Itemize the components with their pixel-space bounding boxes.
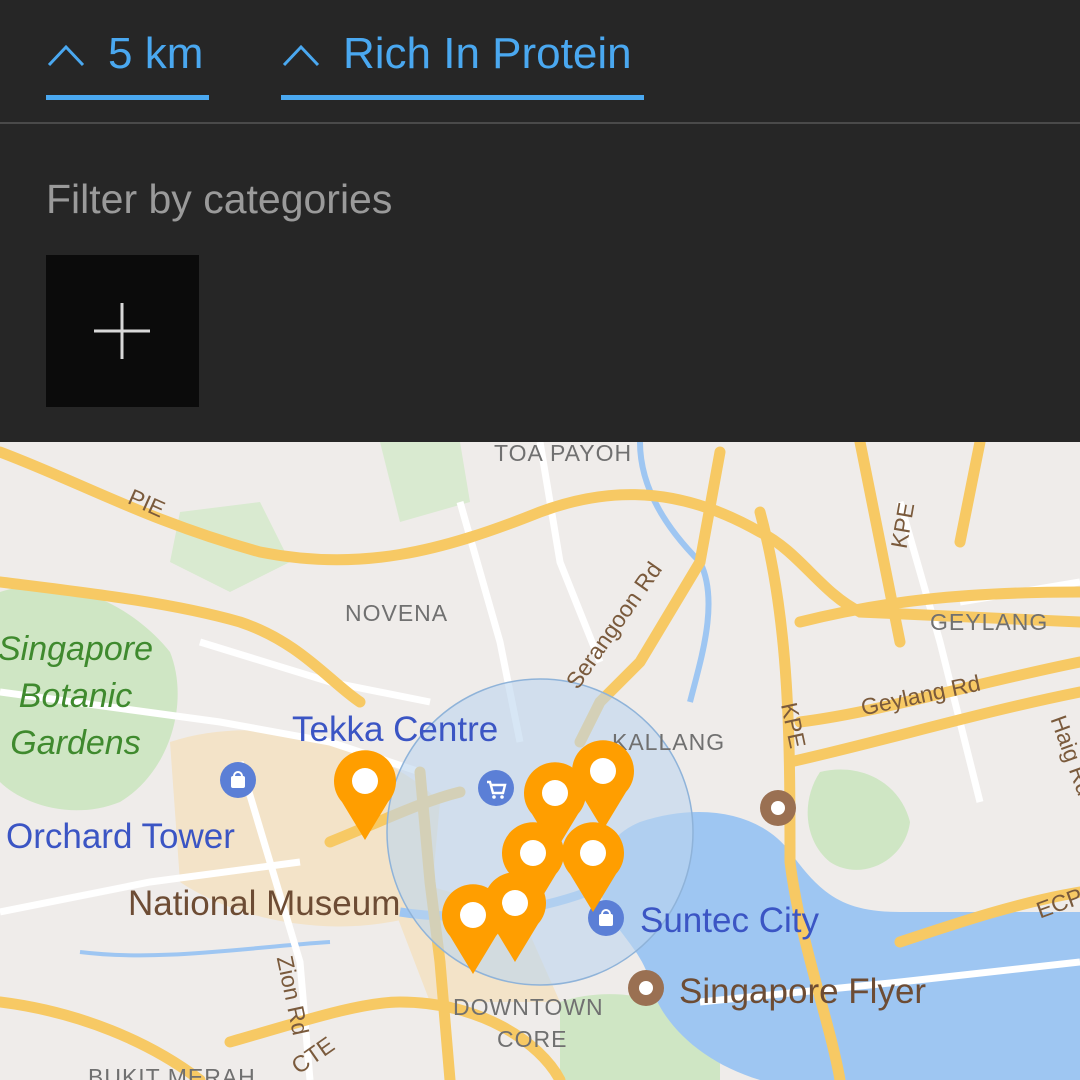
diet-filter-label: Rich In Protein bbox=[343, 28, 632, 78]
shopping-bag-icon[interactable] bbox=[220, 762, 256, 798]
plus-icon bbox=[94, 303, 150, 359]
poi-label-suntec-city: Suntec City bbox=[640, 901, 819, 940]
landmark-icon[interactable] bbox=[760, 790, 796, 826]
map-view[interactable]: TOA PAYOH NOVENA GEYLANG KALLANG DOWNTOW… bbox=[0, 442, 1080, 1080]
poi-label-national-museum: National Museum bbox=[128, 884, 401, 923]
shopping-cart-icon[interactable] bbox=[478, 770, 514, 806]
divider bbox=[0, 122, 1080, 124]
chevron-up-icon bbox=[282, 44, 320, 66]
ferris-wheel-icon[interactable] bbox=[628, 970, 664, 1006]
area-label: TOA PAYOH bbox=[494, 442, 633, 466]
poi-label-singapore-flyer: Singapore Flyer bbox=[679, 972, 927, 1011]
map-pin-icon[interactable] bbox=[440, 884, 506, 976]
distance-filter-label: 5 km bbox=[108, 28, 204, 78]
area-label: CORE bbox=[497, 1026, 568, 1052]
map-pin-icon[interactable] bbox=[560, 822, 626, 914]
chevron-up-icon bbox=[47, 44, 85, 66]
add-category-button[interactable] bbox=[46, 255, 199, 407]
filter-panel: 5 km Rich In Protein Filter by categorie… bbox=[0, 0, 1080, 442]
map-pin-icon[interactable] bbox=[332, 750, 398, 842]
area-label: DOWNTOWN bbox=[453, 994, 604, 1020]
area-label: GEYLANG bbox=[930, 609, 1049, 635]
filter-categories-heading: Filter by categories bbox=[46, 176, 393, 222]
area-label: NOVENA bbox=[345, 600, 449, 626]
poi-label-botanic-gardens: Singapore Botanic Gardens bbox=[0, 630, 154, 762]
poi-label-tekka-centre: Tekka Centre bbox=[292, 710, 499, 749]
poi-label-orchard-tower: Orchard Tower bbox=[6, 817, 235, 856]
distance-filter-chip[interactable]: 5 km bbox=[46, 22, 209, 100]
diet-filter-chip[interactable]: Rich In Protein bbox=[281, 22, 644, 100]
area-label: BUKIT MERAH bbox=[88, 1064, 256, 1080]
